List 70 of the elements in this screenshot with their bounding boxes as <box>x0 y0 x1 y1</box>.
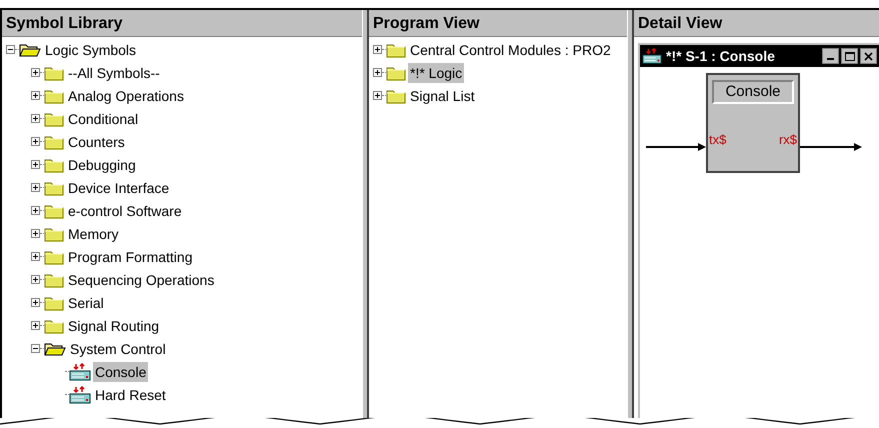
tree-item[interactable]: --All Symbols-- <box>66 62 162 82</box>
tree-item[interactable]: Memory <box>66 224 121 244</box>
symbol-icon <box>69 386 91 404</box>
output-signal: rx$ <box>778 131 797 149</box>
block-name: Console <box>712 80 794 104</box>
tree-item[interactable]: Conditional <box>66 108 140 128</box>
tree-item[interactable]: Central Control Modules : PRO2 <box>408 40 613 60</box>
tree-item[interactable]: Sequencing Operations <box>66 270 216 290</box>
open-folder-icon <box>19 42 41 58</box>
panel-header: Program View <box>369 10 627 37</box>
symbol-icon <box>69 362 91 380</box>
expand-toggle-icon[interactable] <box>31 137 40 146</box>
tree-item[interactable]: e-control Software <box>66 200 184 220</box>
tree-item[interactable]: Console <box>93 362 148 382</box>
expand-toggle-icon[interactable] <box>31 91 40 100</box>
expand-toggle-icon[interactable] <box>373 91 382 100</box>
tree-item[interactable]: Signal List <box>408 86 477 106</box>
expand-toggle-icon[interactable] <box>31 206 40 215</box>
tree-item[interactable]: Logic Symbols <box>43 40 138 60</box>
tree-item[interactable]: Counters <box>66 132 127 152</box>
window-title: *!* S-1 : Console <box>666 46 775 66</box>
window-symbol-icon <box>642 47 662 65</box>
expand-toggle-icon[interactable] <box>31 252 40 261</box>
minimize-button[interactable] <box>822 48 839 64</box>
tree-item[interactable]: Signal Routing <box>66 316 162 336</box>
expand-toggle-icon[interactable] <box>31 68 40 77</box>
output-arrow <box>800 142 862 152</box>
expand-toggle-icon[interactable] <box>373 68 382 77</box>
folder-icon <box>386 88 406 104</box>
logic-block[interactable]: Console tx$ rx$ <box>706 73 800 173</box>
input-signal: tx$ <box>709 131 726 149</box>
expand-toggle-icon[interactable] <box>373 45 382 54</box>
folder-icon <box>44 156 64 172</box>
panel-header: Symbol Library <box>2 10 362 37</box>
folder-icon <box>44 88 64 104</box>
folder-icon <box>386 64 406 80</box>
tree-item[interactable]: Hard Reset <box>93 384 168 404</box>
folder-icon <box>44 110 64 126</box>
folder-icon <box>44 64 64 80</box>
expand-toggle-icon[interactable] <box>31 183 40 192</box>
expand-toggle-icon[interactable] <box>31 298 40 307</box>
input-arrow <box>646 142 706 152</box>
folder-icon <box>386 42 406 58</box>
folder-icon <box>44 318 64 334</box>
collapse-toggle-icon[interactable] <box>6 45 15 54</box>
tree-item[interactable]: Program Formatting <box>66 246 194 266</box>
open-folder-icon <box>44 340 66 356</box>
folder-icon <box>44 134 64 150</box>
folder-icon <box>44 180 64 196</box>
folder-icon <box>44 202 64 218</box>
panel-header: Detail View <box>634 10 879 37</box>
tree-item[interactable]: System Control <box>68 338 168 358</box>
expand-toggle-icon[interactable] <box>31 114 40 123</box>
tree-item[interactable]: *!* Logic <box>408 62 464 82</box>
expand-toggle-icon[interactable] <box>31 229 40 238</box>
expand-toggle-icon[interactable] <box>31 160 40 169</box>
folder-icon <box>44 294 64 310</box>
tree-item[interactable]: Debugging <box>66 154 138 174</box>
folder-icon <box>44 226 64 242</box>
maximize-button[interactable] <box>841 48 858 64</box>
expand-toggle-icon[interactable] <box>31 321 40 330</box>
tree-item[interactable]: Device Interface <box>66 178 172 198</box>
folder-icon <box>44 248 64 264</box>
expand-toggle-icon[interactable] <box>31 275 40 284</box>
folder-icon <box>44 272 64 288</box>
tree-item[interactable]: Serial <box>66 292 106 312</box>
close-icon <box>864 52 873 60</box>
tree-item[interactable]: Analog Operations <box>66 86 186 106</box>
collapse-toggle-icon[interactable] <box>31 344 40 353</box>
close-button[interactable] <box>860 48 877 64</box>
